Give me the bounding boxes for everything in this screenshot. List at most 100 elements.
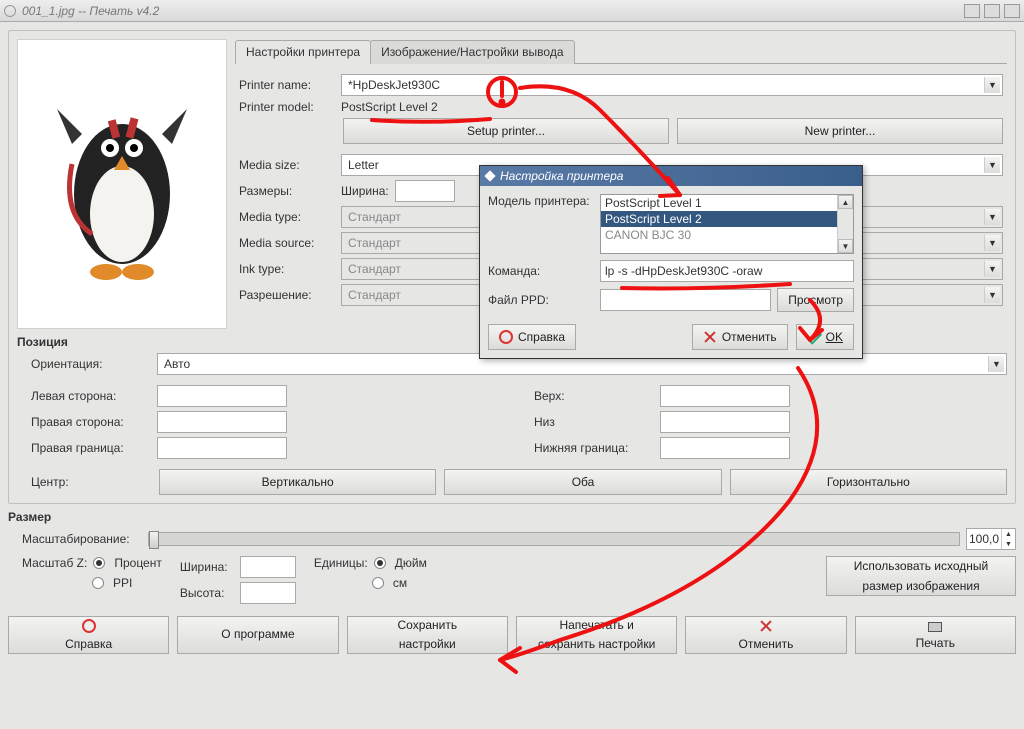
- center-vertical-button[interactable]: Вертикально: [159, 469, 436, 495]
- chevron-down-icon: ▼: [984, 261, 1000, 277]
- printer-model-dlg-label: Модель принтера:: [488, 194, 594, 208]
- help-icon: [82, 619, 96, 633]
- list-item[interactable]: PostScript Level 1: [601, 195, 853, 211]
- top-input[interactable]: [660, 385, 790, 407]
- media-type-label: Media type:: [239, 210, 335, 224]
- media-type-value: Стандарт: [348, 210, 401, 224]
- cancel-icon: [703, 330, 717, 344]
- chevron-down-icon: ▼: [988, 356, 1004, 372]
- cm-radio[interactable]: [372, 577, 384, 589]
- bottom-label: Низ: [534, 415, 654, 429]
- scaling-spinner[interactable]: 100,0 ▲▼: [966, 528, 1016, 550]
- dims-label: Размеры:: [239, 184, 335, 198]
- percent-label: Процент: [114, 556, 162, 570]
- center-horizontal-button[interactable]: Горизонтально: [730, 469, 1007, 495]
- orientation-label: Ориентация:: [31, 357, 151, 371]
- ink-type-label: Ink type:: [239, 262, 335, 276]
- top-label: Верх:: [534, 389, 654, 403]
- window-title: 001_1.jpg -- Печать v4.2: [22, 4, 159, 18]
- ink-type-value: Стандарт: [348, 262, 401, 276]
- printer-model-label: Printer model:: [239, 100, 335, 114]
- bottom-input[interactable]: [660, 411, 790, 433]
- titlebar: 001_1.jpg -- Печать v4.2: [0, 0, 1024, 22]
- dialog-title: Настройка принтера: [500, 169, 623, 183]
- tab-image-output[interactable]: Изображение/Настройки вывода: [370, 40, 574, 64]
- list-item[interactable]: PostScript Level 2: [601, 211, 853, 227]
- command-label: Команда:: [488, 264, 594, 278]
- units-label: Единицы:: [314, 556, 368, 570]
- resolution-label: Разрешение:: [239, 288, 335, 302]
- ppi-label: PPI: [113, 576, 132, 590]
- inch-radio[interactable]: [374, 557, 386, 569]
- dialog-icon: [484, 170, 495, 181]
- percent-radio[interactable]: [93, 557, 105, 569]
- print-icon: [928, 622, 942, 632]
- printer-setup-dialog: Настройка принтера Модель принтера: Post…: [479, 165, 863, 359]
- maximize-button[interactable]: [984, 4, 1000, 18]
- cm-label: см: [393, 576, 407, 590]
- printer-model-value: PostScript Level 2: [341, 100, 438, 114]
- scrollbar[interactable]: ▲▼: [837, 195, 853, 253]
- close-button[interactable]: [1004, 4, 1020, 18]
- media-size-label: Media size:: [239, 158, 335, 172]
- inch-label: Дюйм: [395, 556, 427, 570]
- left-side-input[interactable]: [157, 385, 287, 407]
- chevron-down-icon: ▼: [984, 77, 1000, 93]
- ppi-radio[interactable]: [92, 577, 104, 589]
- right-bound-input[interactable]: [157, 437, 287, 459]
- scale-z-label: Масштаб Z:: [22, 556, 87, 570]
- media-source-value: Стандарт: [348, 236, 401, 250]
- ok-icon: [807, 330, 821, 344]
- size-group-title: Размер: [8, 510, 1016, 524]
- print-button[interactable]: Печать: [855, 616, 1016, 654]
- dialog-help-button[interactable]: Справка: [488, 324, 576, 350]
- bottom-bound-label: Нижняя граница:: [534, 441, 654, 455]
- tab-printer-settings[interactable]: Настройки принтера: [235, 40, 371, 64]
- size-height-label: Высота:: [180, 586, 234, 600]
- browse-button[interactable]: Просмотр: [777, 288, 854, 312]
- bottom-bound-input[interactable]: [660, 437, 790, 459]
- printer-name-label: Printer name:: [239, 78, 335, 92]
- minimize-button[interactable]: [964, 4, 980, 18]
- chevron-down-icon: ▼: [984, 235, 1000, 251]
- width-label: Ширина:: [341, 184, 389, 198]
- dialog-ok-button[interactable]: OK: [796, 324, 854, 350]
- printer-name-value: *HpDeskJet930C: [348, 78, 440, 92]
- command-value: lp -s -dHpDeskJet930C -oraw: [605, 264, 762, 278]
- left-side-label: Левая сторона:: [31, 389, 151, 403]
- printer-name-select[interactable]: *HpDeskJet930C ▼: [341, 74, 1003, 96]
- list-item[interactable]: CANON BJC 30: [601, 227, 853, 243]
- right-side-input[interactable]: [157, 411, 287, 433]
- size-width-label: Ширина:: [180, 560, 234, 574]
- media-size-value: Letter: [348, 158, 379, 172]
- width-input[interactable]: [395, 180, 455, 202]
- dialog-titlebar[interactable]: Настройка принтера: [480, 166, 862, 186]
- printer-model-listbox[interactable]: PostScript Level 1 PostScript Level 2 CA…: [600, 194, 854, 254]
- chevron-down-icon: ▼: [984, 209, 1000, 225]
- scaling-slider[interactable]: [148, 532, 960, 546]
- scaling-label: Масштабирование:: [22, 532, 142, 546]
- right-bound-label: Правая граница:: [31, 441, 151, 455]
- about-button[interactable]: О программе: [177, 616, 338, 654]
- help-button[interactable]: Справка: [8, 616, 169, 654]
- ppd-label: Файл PPD:: [488, 293, 594, 307]
- use-original-size-button[interactable]: Использовать исходный размер изображения: [826, 556, 1016, 596]
- window-icon: [4, 5, 16, 17]
- cancel-button[interactable]: Отменить: [685, 616, 846, 654]
- center-both-button[interactable]: Оба: [444, 469, 721, 495]
- ppd-input[interactable]: [600, 289, 771, 311]
- image-preview: [17, 39, 227, 329]
- help-icon: [499, 330, 513, 344]
- cancel-icon: [759, 619, 773, 633]
- command-input[interactable]: lp -s -dHpDeskJet930C -oraw: [600, 260, 854, 282]
- tab-bar: Настройки принтера Изображение/Настройки…: [235, 39, 1007, 64]
- size-height-input[interactable]: [240, 582, 296, 604]
- right-side-label: Правая сторона:: [31, 415, 151, 429]
- new-printer-button[interactable]: New printer...: [677, 118, 1003, 144]
- size-width-input[interactable]: [240, 556, 296, 578]
- save-settings-button[interactable]: Сохранить настройки: [347, 616, 508, 654]
- dialog-cancel-button[interactable]: Отменить: [692, 324, 788, 350]
- setup-printer-button[interactable]: Setup printer...: [343, 118, 669, 144]
- print-and-save-button[interactable]: Напечатать и сохранить настройки: [516, 616, 677, 654]
- scaling-value: 100,0: [969, 532, 999, 546]
